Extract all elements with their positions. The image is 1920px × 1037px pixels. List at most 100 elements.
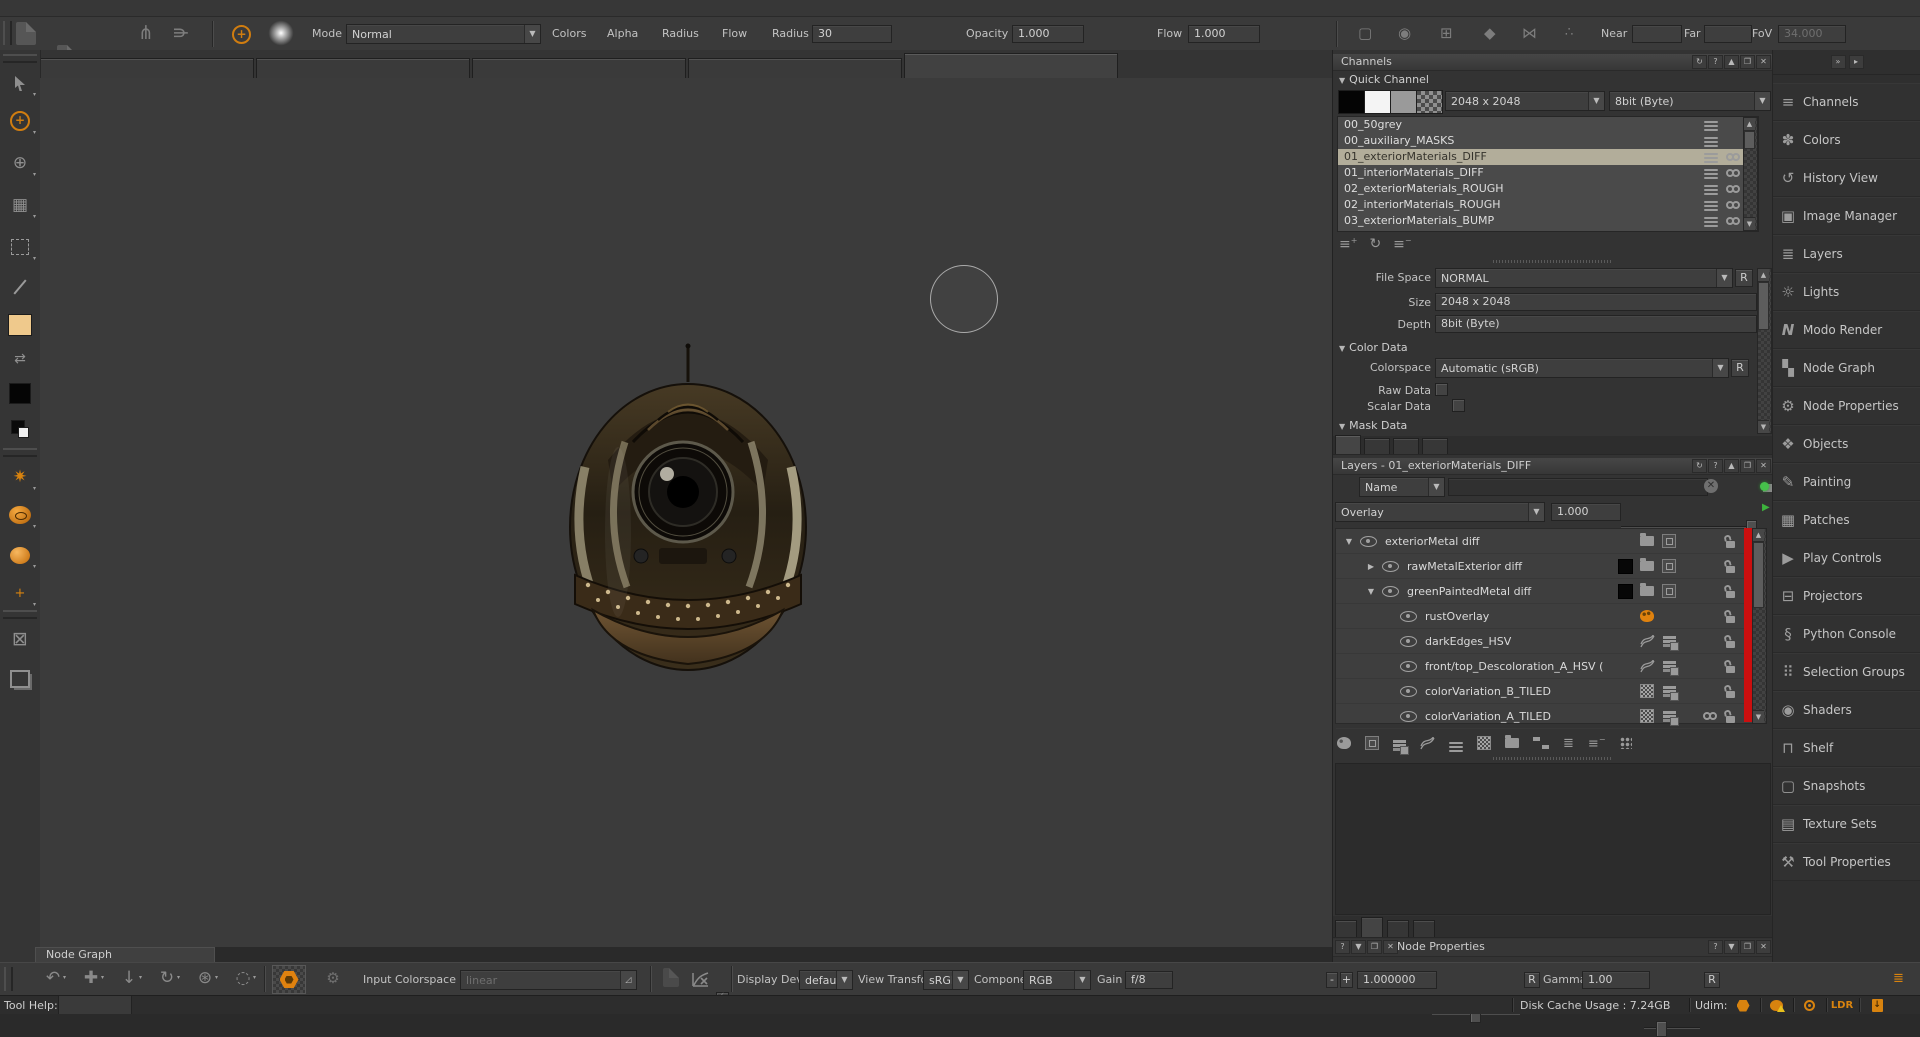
layer-row[interactable]: darkEdges_HSV	[1336, 629, 1753, 654]
dock-item[interactable]: Node Graph	[1773, 349, 1920, 387]
eye-orb-icon[interactable]: ▾	[0, 498, 40, 532]
display-device-dropdown[interactable]: default▼	[799, 970, 853, 990]
layer-visibility-eye-icon[interactable]	[1400, 611, 1417, 622]
remove-layer-icon[interactable]: ≡−	[1588, 735, 1606, 751]
reset-button[interactable]: R	[1731, 359, 1749, 377]
panel-splitter[interactable]	[1333, 259, 1773, 264]
bottom-panel-tab[interactable]	[1413, 920, 1435, 937]
undo-view-icon[interactable]: ↶▾	[38, 966, 68, 990]
unlock-icon[interactable]	[1723, 660, 1737, 673]
remove-channel-icon[interactable]: ≡−	[1393, 236, 1411, 253]
unlock-icon[interactable]	[1723, 685, 1737, 698]
help-icon[interactable]: ?	[1708, 940, 1723, 954]
foreground-color-swatch[interactable]	[0, 308, 40, 342]
layer-visibility-eye-icon[interactable]	[1400, 661, 1417, 672]
dock-item[interactable]: Projectors	[1773, 577, 1920, 615]
dock-item[interactable]: Image Manager	[1773, 197, 1920, 235]
float-icon[interactable]: ❐	[1740, 940, 1755, 954]
project-hex-icon[interactable]	[272, 965, 306, 994]
node-graph-tab[interactable]: Node Graph	[35, 947, 215, 962]
unlock-icon[interactable]	[1723, 635, 1737, 648]
scroll-up-icon[interactable]: ▲	[1744, 118, 1755, 131]
sync-channel-icon[interactable]: ↻	[1369, 236, 1381, 253]
gain-plus-button[interactable]: +	[1340, 972, 1353, 988]
opacity-field[interactable]: 1.000	[1012, 25, 1084, 43]
add-procedural-icon[interactable]	[1477, 736, 1491, 750]
gain-reset-button[interactable]: R	[1524, 972, 1540, 988]
select-tool-icon[interactable]: ▾	[0, 66, 40, 100]
dock-item[interactable]: Painting	[1773, 463, 1920, 501]
layer-expander-icon[interactable]	[1364, 587, 1378, 596]
channel-row[interactable]: 02_interiorMaterials_ROUGH	[1338, 197, 1758, 213]
layer-row[interactable]: colorVariation_B_TILED	[1336, 679, 1753, 704]
bottom-panel-tab[interactable]	[1335, 920, 1357, 937]
add-item-icon[interactable]: +▾	[0, 576, 40, 610]
collapse-icon[interactable]: ▼	[1724, 940, 1739, 954]
wireframe-cube-icon[interactable]: ▢	[1358, 22, 1372, 44]
dock-item[interactable]: Colors	[1773, 121, 1920, 159]
gain-minus-button[interactable]: -	[1326, 972, 1338, 988]
particle-icon[interactable]: ∴	[1565, 22, 1573, 44]
layer-visibility-eye-icon[interactable]	[1400, 711, 1417, 722]
layer-visibility-eye-icon[interactable]	[1382, 561, 1399, 572]
raw-data-checkbox[interactable]	[1435, 383, 1448, 396]
paint-warning-icon[interactable]	[1763, 999, 1789, 1012]
unlock-icon[interactable]	[1723, 585, 1737, 598]
expand-dock-icon[interactable]: »	[1831, 55, 1846, 69]
layer-row[interactable]: front/top_Descoloration_A_HSV (	[1336, 654, 1753, 679]
collapse-icon[interactable]: ▼	[1351, 940, 1366, 954]
unlock-icon[interactable]	[1723, 535, 1737, 548]
group-folder-icon[interactable]	[1640, 536, 1654, 546]
viewport-tab[interactable]	[688, 58, 902, 78]
dock-item[interactable]: Texture Sets	[1773, 805, 1920, 843]
branch-icon[interactable]: ⋔	[169, 25, 191, 41]
target-icon[interactable]	[1796, 999, 1822, 1012]
layer-expander-icon[interactable]	[1342, 537, 1356, 546]
help-icon[interactable]: ?	[1335, 940, 1350, 954]
layer-row[interactable]: colorVariation_A_TILED	[1336, 704, 1753, 729]
component-dropdown[interactable]: RGB▼	[1023, 970, 1091, 990]
refresh-icon[interactable]: ↻	[1692, 459, 1707, 473]
symmetry-icon[interactable]: ⊞	[1440, 22, 1453, 44]
input-colorspace-dropdown[interactable]: linear◿	[460, 970, 637, 990]
file-space-dropdown[interactable]: NORMAL▼	[1435, 268, 1733, 288]
collapse-icon[interactable]: ▲	[1724, 459, 1739, 473]
near-field[interactable]	[1632, 25, 1682, 43]
play-icon[interactable]: ▶	[1762, 502, 1770, 513]
color-data-header[interactable]: ▼Color Data	[1339, 341, 1408, 354]
dock-item[interactable]: Snapshots	[1773, 767, 1920, 805]
orbit-view-icon[interactable]: ⊛▾	[190, 966, 220, 990]
adjustment-stack-icon[interactable]	[1663, 686, 1676, 689]
eye-mode-icon[interactable]: ◉	[1398, 22, 1411, 44]
properties-scrollbar[interactable]: ▲ ▼	[1757, 268, 1772, 434]
layer-row[interactable]: rawMetalExterior diff	[1336, 554, 1753, 579]
add-paint-layer-icon[interactable]	[1337, 737, 1351, 749]
dock-item[interactable]: Channels	[1773, 83, 1920, 121]
mask-thumbnail-icon[interactable]	[1662, 534, 1676, 548]
help-icon[interactable]: ?	[1708, 459, 1723, 473]
adjustment-stack-icon[interactable]	[1663, 636, 1676, 639]
dock-item[interactable]: History View	[1773, 159, 1920, 197]
sphere-orb-icon[interactable]: ▾	[0, 538, 40, 572]
dock-item[interactable]: Shaders	[1773, 691, 1920, 729]
float-icon[interactable]: ❐	[1740, 459, 1755, 473]
channel-row[interactable]: 02_exteriorMaterials_ROUGH	[1338, 181, 1758, 197]
flow-field[interactable]: 1.000	[1188, 25, 1260, 43]
float-icon[interactable]: ❐	[1740, 55, 1755, 69]
dock-item[interactable]: Tool Properties	[1773, 843, 1920, 881]
layer-row[interactable]: exteriorMetal diff	[1336, 529, 1753, 554]
gamma-slider[interactable]	[1644, 1021, 1700, 1035]
add-paint-target-icon[interactable]: +	[232, 25, 251, 44]
paint-mode-dropdown[interactable]: Normal▼	[346, 24, 541, 44]
scroll-up-icon[interactable]: ▲	[1758, 269, 1769, 282]
scroll-down-icon[interactable]: ▼	[1758, 420, 1769, 433]
scroll-up-icon[interactable]: ▲	[1753, 529, 1764, 542]
panel-tab[interactable]	[1364, 438, 1390, 454]
dock-item[interactable]: Selection Groups	[1773, 653, 1920, 691]
quick-channel-depth-dropdown[interactable]: 8bit (Byte)▼	[1609, 91, 1771, 111]
scalar-data-checkbox[interactable]	[1452, 399, 1465, 412]
channel-row[interactable]: 01_exteriorMaterials_DIFF	[1338, 149, 1758, 165]
toolbar-grip[interactable]	[4, 967, 13, 991]
swap-colors-icon[interactable]: ⇄	[0, 342, 40, 376]
channel-row[interactable]: 00_auxiliary_MASKS	[1338, 133, 1758, 149]
